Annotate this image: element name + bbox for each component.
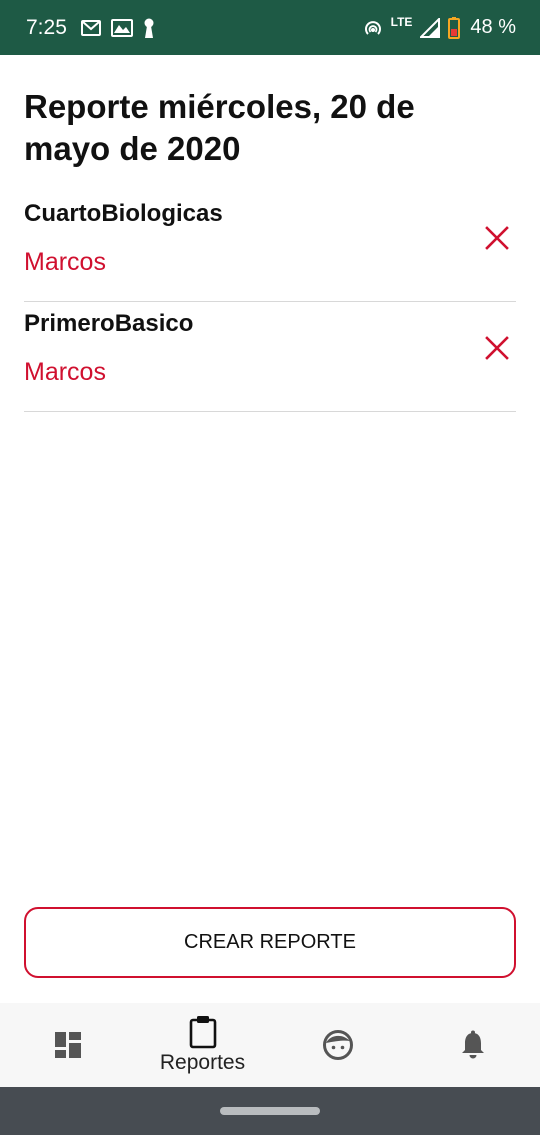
close-icon[interactable]: [484, 335, 510, 361]
report-list: CuartoBiologicas Marcos PrimeroBasico Ma…: [24, 192, 516, 412]
battery-icon: [448, 16, 461, 39]
bottom-navigation: Reportes: [0, 1003, 540, 1087]
dashboard-icon: [54, 1032, 81, 1058]
classroom-icon: [110, 18, 133, 37]
system-status-icons: LTE 48 %: [363, 14, 516, 39]
system-navigation-bar: [0, 1087, 540, 1135]
nav-item-reportes[interactable]: Reportes: [135, 1003, 270, 1087]
report-teacher: Marcos: [24, 358, 106, 386]
keyhole-icon: [144, 18, 154, 38]
bell-icon: [461, 1030, 484, 1059]
report-teacher: Marcos: [24, 248, 106, 276]
hotspot-icon: [364, 20, 381, 35]
face-icon: [322, 1030, 353, 1060]
nav-label-reportes: Reportes: [159, 1051, 246, 1074]
create-report-button[interactable]: CREAR REPORTE: [24, 907, 516, 978]
signal-icon: [420, 17, 441, 38]
nav-item-dashboard[interactable]: [0, 1003, 135, 1087]
report-list-item[interactable]: PrimeroBasico Marcos: [24, 302, 516, 412]
status-bar: 7:25 LTE 48 %: [0, 0, 540, 55]
gmail-icon: [80, 19, 101, 36]
report-course: PrimeroBasico: [24, 310, 194, 337]
notification-icons: [80, 18, 155, 38]
report-course: CuartoBiologicas: [24, 200, 223, 227]
clipboard-icon: [189, 1016, 216, 1049]
network-type: LTE: [390, 14, 413, 29]
close-icon[interactable]: [484, 225, 510, 251]
nav-item-profile[interactable]: [270, 1003, 405, 1087]
page-title: Reporte miércoles, 20 de mayo de 2020: [24, 88, 415, 167]
home-gesture-handle[interactable]: [220, 1107, 320, 1115]
status-time: 7:25: [26, 15, 67, 39]
report-list-item[interactable]: CuartoBiologicas Marcos: [24, 192, 516, 302]
nav-item-notifications[interactable]: [405, 1003, 540, 1087]
battery-percent: 48 %: [470, 16, 516, 38]
